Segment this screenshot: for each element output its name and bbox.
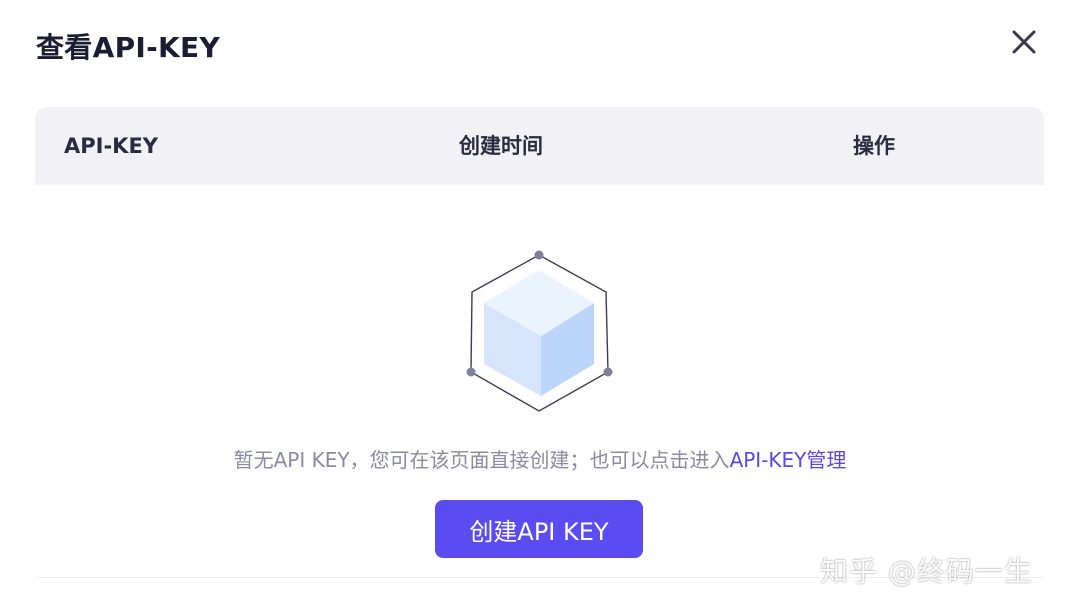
- table-header: API-KEY 创建时间 操作: [35, 107, 1044, 185]
- column-header-created-time: 创建时间: [459, 134, 543, 158]
- api-key-dialog: 查看API-KEY API-KEY 创建时间 操作 暂无API KEY，您可在该…: [0, 0, 1080, 616]
- empty-state-message-text: 暂无API KEY，您可在该页面直接创建；也可以点击进入: [233, 448, 730, 472]
- close-button[interactable]: [1004, 22, 1044, 62]
- api-key-management-link[interactable]: API-KEY管理: [730, 448, 847, 472]
- watermark: 知乎 @终码一生: [820, 555, 1033, 588]
- column-header-api-key: API-KEY: [64, 134, 158, 158]
- create-api-key-button[interactable]: 创建API KEY: [435, 500, 643, 558]
- column-header-actions: 操作: [853, 134, 895, 158]
- empty-state-illustration: [460, 248, 620, 418]
- close-icon: [1012, 30, 1036, 54]
- dialog-title: 查看API-KEY: [36, 31, 221, 64]
- empty-state-message: 暂无API KEY，您可在该页面直接创建；也可以点击进入API-KEY管理: [0, 446, 1080, 474]
- empty-box-icon: [466, 250, 613, 412]
